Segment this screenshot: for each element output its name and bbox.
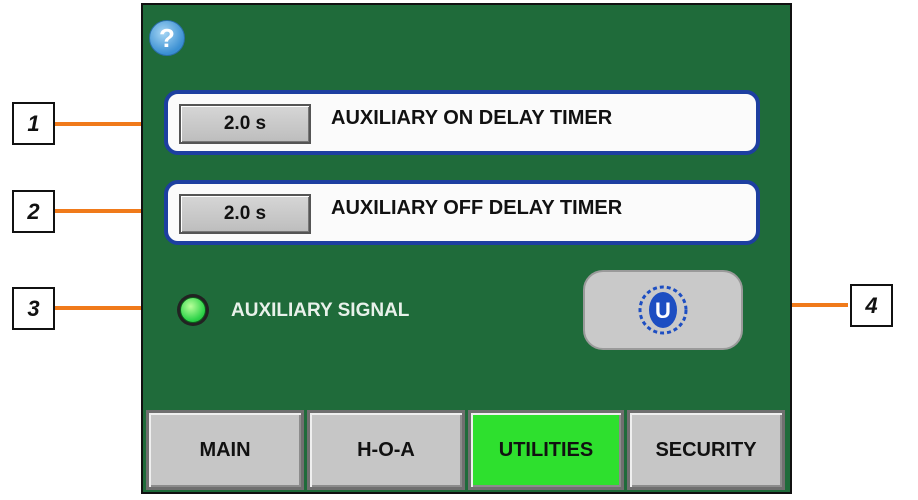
callout-1: 1 [12, 102, 55, 145]
callout-4: 4 [850, 284, 893, 327]
nav-security-button[interactable]: SECURITY [627, 410, 785, 490]
on-delay-label: AUXILIARY ON DELAY TIMER [331, 107, 613, 129]
on-delay-value: 2.0 s [223, 113, 267, 134]
nav-main-button[interactable]: MAIN [146, 410, 304, 490]
u-logo-glyph: U [655, 298, 671, 323]
auxiliary-on-delay-row: 2.0 s AUXILIARY ON DELAY TIMER [164, 90, 760, 155]
callout-2: 2 [12, 190, 55, 233]
off-delay-label: AUXILIARY OFF DELAY TIMER [331, 197, 623, 219]
u-logo-icon: U [638, 285, 688, 335]
nav-hoa-button[interactable]: H-O-A [307, 410, 465, 490]
auxiliary-signal-label: AUXILIARY SIGNAL [231, 300, 410, 321]
on-delay-value-button[interactable]: 2.0 s [179, 104, 311, 144]
off-delay-value: 2.0 s [223, 203, 267, 224]
bottom-nav: MAIN H-O-A UTILITIES SECURITY [146, 410, 787, 490]
indicator-led [180, 297, 206, 323]
u-logo-button[interactable]: U [583, 270, 743, 350]
off-delay-value-button[interactable]: 2.0 s [179, 194, 311, 234]
utilities-screen: ? 2.0 s AUXILIARY ON DELAY TIMER 2.0 s A… [141, 3, 792, 494]
question-mark-glyph: ? [159, 22, 175, 53]
help-icon[interactable]: ? [149, 20, 185, 56]
nav-utilities-label: UTILITIES [498, 438, 594, 461]
nav-security-label: SECURITY [655, 438, 757, 461]
nav-main-label: MAIN [199, 438, 251, 461]
nav-utilities-button[interactable]: UTILITIES [468, 410, 624, 490]
auxiliary-off-delay-row: 2.0 s AUXILIARY OFF DELAY TIMER [164, 180, 760, 245]
nav-hoa-label: H-O-A [357, 438, 415, 461]
auxiliary-signal-indicator-icon [177, 294, 209, 326]
callout-3: 3 [12, 287, 55, 330]
